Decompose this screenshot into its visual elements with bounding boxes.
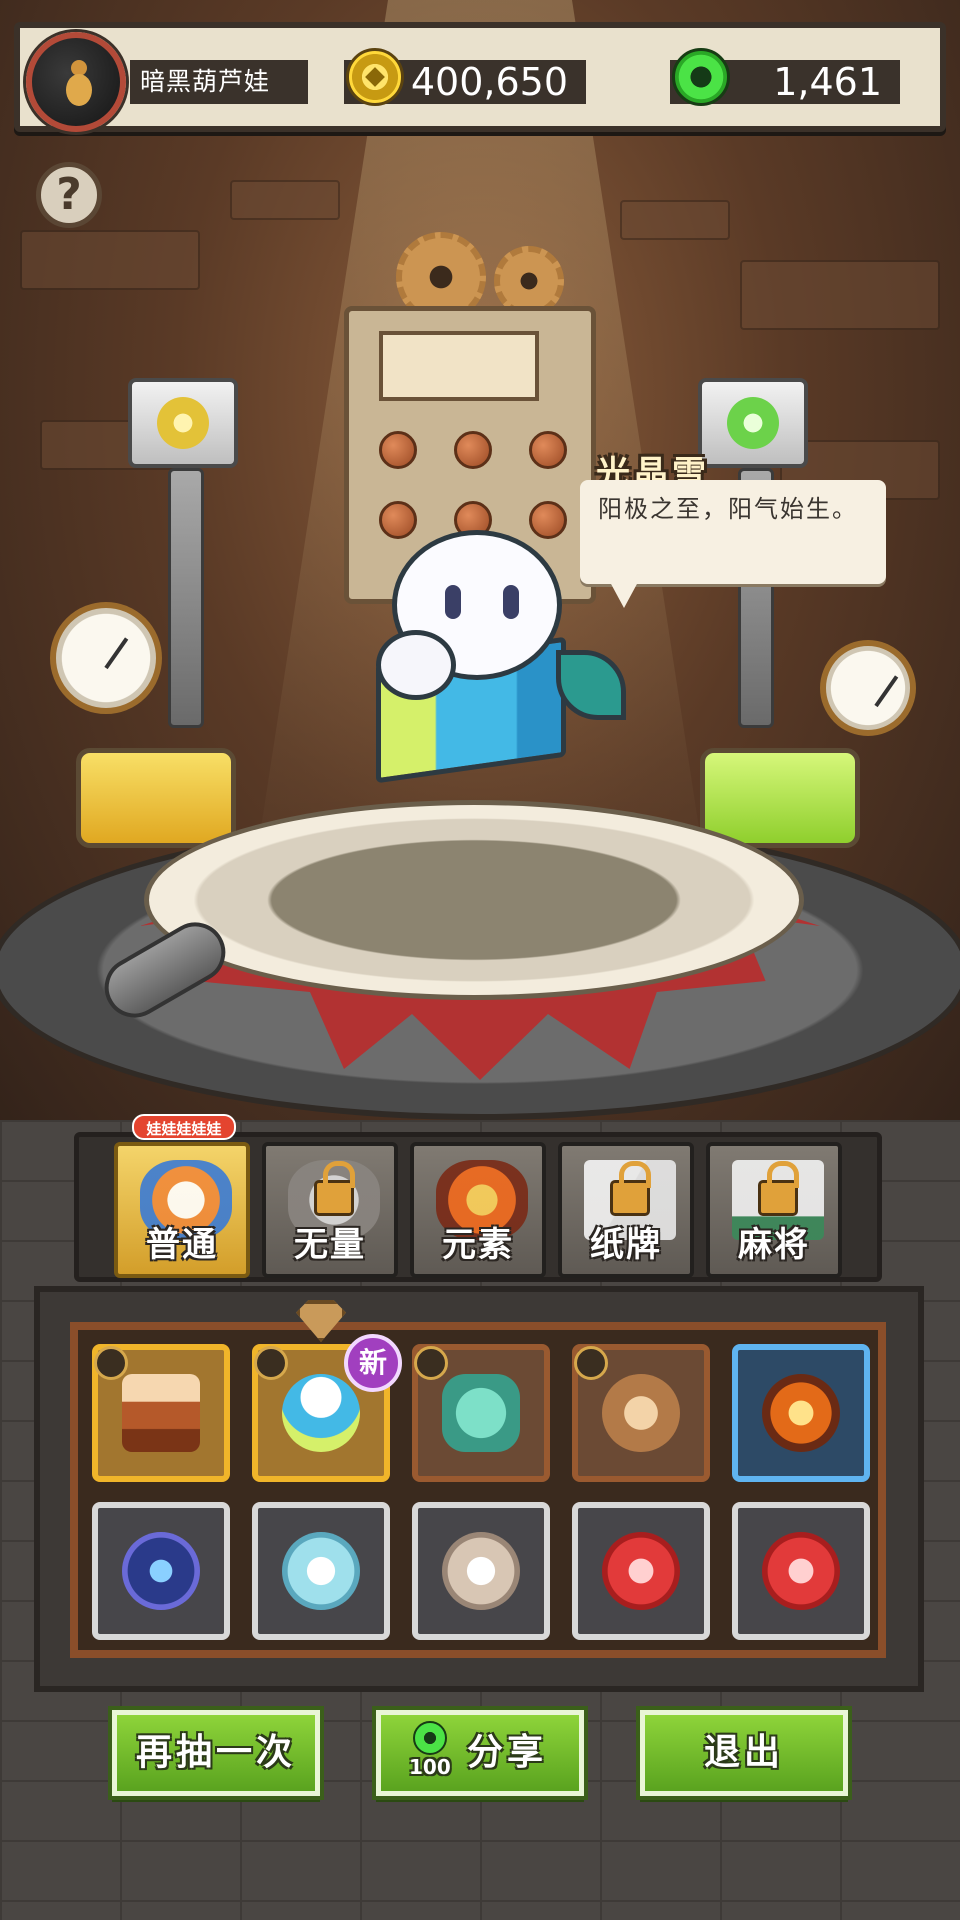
cannon-icon	[442, 1374, 520, 1452]
monkey-icon	[602, 1374, 680, 1452]
result-item[interactable]	[732, 1344, 870, 1482]
wall-brick	[20, 230, 200, 290]
result-item[interactable]	[252, 1502, 390, 1640]
rank-icon	[94, 1346, 128, 1380]
summon-ring	[144, 800, 804, 1000]
pudding-icon	[122, 1374, 200, 1452]
wall-brick	[740, 260, 940, 330]
red-wing-icon	[602, 1532, 680, 1610]
result-item[interactable]	[412, 1344, 550, 1482]
crystal-ghost-icon	[282, 1374, 360, 1452]
tab-label: 无量	[294, 1225, 366, 1265]
left-pipe	[168, 468, 204, 728]
yellow-tank	[76, 748, 236, 848]
red-wing-icon	[762, 1532, 840, 1610]
machine-gauge	[379, 331, 539, 401]
result-item[interactable]	[412, 1502, 550, 1640]
player-name: 暗黑葫芦娃	[130, 60, 308, 104]
green-tank	[700, 748, 860, 848]
rank-icon	[574, 1346, 608, 1380]
result-item[interactable]	[572, 1502, 710, 1640]
fire-orb-icon	[762, 1374, 840, 1452]
blue-rune-icon	[122, 1532, 200, 1610]
tab-label: 纸牌	[590, 1225, 662, 1265]
gold-dispenser	[128, 378, 238, 468]
tab-element[interactable]: 元素	[410, 1142, 546, 1278]
machine-knob	[454, 431, 492, 469]
share-button[interactable]: 100 分享	[376, 1710, 584, 1796]
character-wing	[556, 650, 626, 720]
speech-bubble: 阳极之至，阳气始生。	[580, 480, 886, 608]
help-button[interactable]: ?	[36, 162, 102, 228]
result-item[interactable]	[572, 1344, 710, 1482]
machine-knob	[379, 431, 417, 469]
tab-label: 元素	[442, 1225, 514, 1265]
share-label: 分享	[467, 1732, 548, 1773]
character-puff	[376, 630, 456, 700]
tab-mahjong[interactable]: 麻将	[706, 1142, 842, 1278]
left-pressure-dial	[50, 602, 162, 714]
new-badge: 新	[344, 1334, 402, 1392]
green-gem-icon	[413, 1721, 447, 1755]
character-eye	[445, 585, 461, 619]
exit-button[interactable]: 退出	[640, 1710, 848, 1796]
gold-coin-icon	[346, 48, 404, 106]
lock-icon	[758, 1161, 799, 1216]
tab-cards[interactable]: 纸牌	[558, 1142, 694, 1278]
player-avatar[interactable]	[26, 32, 126, 132]
wall-brick	[620, 200, 730, 240]
lock-icon	[314, 1161, 355, 1216]
top-bar: 暗黑葫芦娃 400,650 1,461	[14, 22, 946, 132]
snowflake-icon	[282, 1532, 360, 1610]
machine-knob	[529, 431, 567, 469]
result-item[interactable]	[92, 1502, 230, 1640]
gourd-icon	[66, 60, 92, 110]
result-item[interactable]	[732, 1502, 870, 1640]
right-pressure-dial	[820, 640, 916, 736]
tab-normal[interactable]: 普通	[114, 1142, 250, 1278]
feather-icon	[442, 1532, 520, 1610]
tab-label: 麻将	[738, 1225, 810, 1265]
wall-brick	[230, 180, 340, 220]
tab-label: 普通	[146, 1225, 218, 1265]
rank-icon	[414, 1346, 448, 1380]
tab-wuliang[interactable]: 无量	[262, 1142, 398, 1278]
gold-amount: 400,650	[410, 60, 568, 104]
green-gem-icon	[672, 48, 730, 106]
draw-again-button[interactable]: 再抽一次	[112, 1710, 320, 1796]
share-cost: 100	[409, 1755, 451, 1779]
gem-amount: 1,461	[773, 60, 882, 104]
gem-dispenser	[698, 378, 808, 468]
lock-icon	[610, 1161, 651, 1216]
character-quote: 阳极之至，阳气始生。	[598, 495, 858, 523]
tab-badge: 娃娃娃娃娃	[132, 1114, 236, 1140]
character-eye	[503, 585, 519, 619]
scene-background: 光晶雪 阳极之至，阳气始生。	[0, 0, 960, 1130]
rank-icon	[254, 1346, 288, 1380]
result-item[interactable]	[92, 1344, 230, 1482]
